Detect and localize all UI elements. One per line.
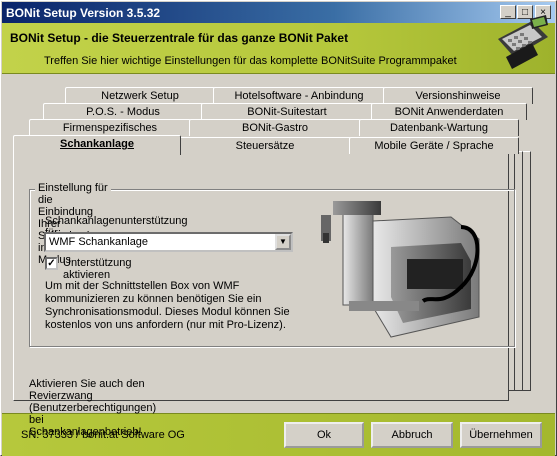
abbruch-button[interactable]: Abbruch [371, 422, 453, 448]
tab-netzwerk-setup[interactable]: Netzwerk Setup [65, 87, 215, 104]
chevron-down-icon[interactable]: ▼ [275, 234, 291, 250]
info-text: Um mit der Schnittstellen Box von WMF ko… [45, 280, 295, 332]
ok-button[interactable]: Ok [284, 422, 364, 448]
tab-firmenspezifisches[interactable]: Firmenspezifisches [29, 119, 191, 136]
tab-datenbank-wartung[interactable]: Datenbank-Wartung [359, 119, 519, 136]
pos-terminal-icon [498, 15, 548, 69]
tab-bonit-gastro[interactable]: BONit-Gastro [189, 119, 361, 136]
tab-pos-modus[interactable]: P.O.S. - Modus [43, 103, 203, 120]
header-banner: BONit Setup - die Steuerzentrale für das… [2, 23, 555, 74]
tab-bonit-anwenderdaten[interactable]: BONit Anwenderdaten [371, 103, 527, 120]
select-value: WMF Schankanlage [49, 236, 149, 248]
tab-schankanlage[interactable]: Schankanlage [13, 135, 181, 155]
tab-bonit-suitestart[interactable]: BONit-Suitestart [201, 103, 373, 120]
tab-mobile-geraete-sprache[interactable]: Mobile Geräte / Sprache [349, 137, 519, 154]
info-line: Synchronisationsmodul. Dieses Modul könn… [45, 306, 290, 318]
tab-steuersaetze[interactable]: Steuersätze [179, 137, 351, 154]
info-line: kostenlos von uns anfordern (nur mit Pro… [45, 319, 286, 331]
header-subtitle: Treffen Sie hier wichtige Einstellungen … [44, 55, 457, 67]
info-line: kommunizieren zu können benötigen Sie ei… [45, 293, 262, 305]
aktivieren-checkbox[interactable]: ✓ [45, 257, 58, 270]
schankanlage-select[interactable]: WMF Schankanlage ▼ [44, 232, 293, 252]
beer-tap-machine-image [321, 201, 480, 338]
uebernehmen-button[interactable]: Übernehmen [460, 422, 542, 448]
window-title: BONit Setup Version 3.5.32 [6, 6, 161, 20]
header-title: BONit Setup - die Steuerzentrale für das… [10, 31, 349, 45]
tab-hotelsoftware-anbindung[interactable]: Hotelsoftware - Anbindung [213, 87, 385, 104]
revierzwang-note: Aktivieren Sie auch den Revierzwang (Ben… [29, 378, 157, 438]
checkbox-label[interactable]: Unterstützung aktivieren [63, 257, 131, 281]
tab-versionshinweise[interactable]: Versionshinweise [383, 87, 533, 104]
setup-window: BONit Setup Version 3.5.32 _ □ × BONit S… [0, 0, 557, 456]
title-bar[interactable]: BONit Setup Version 3.5.32 _ □ × [2, 2, 555, 23]
info-line: Um mit der Schnittstellen Box von WMF [45, 280, 240, 292]
